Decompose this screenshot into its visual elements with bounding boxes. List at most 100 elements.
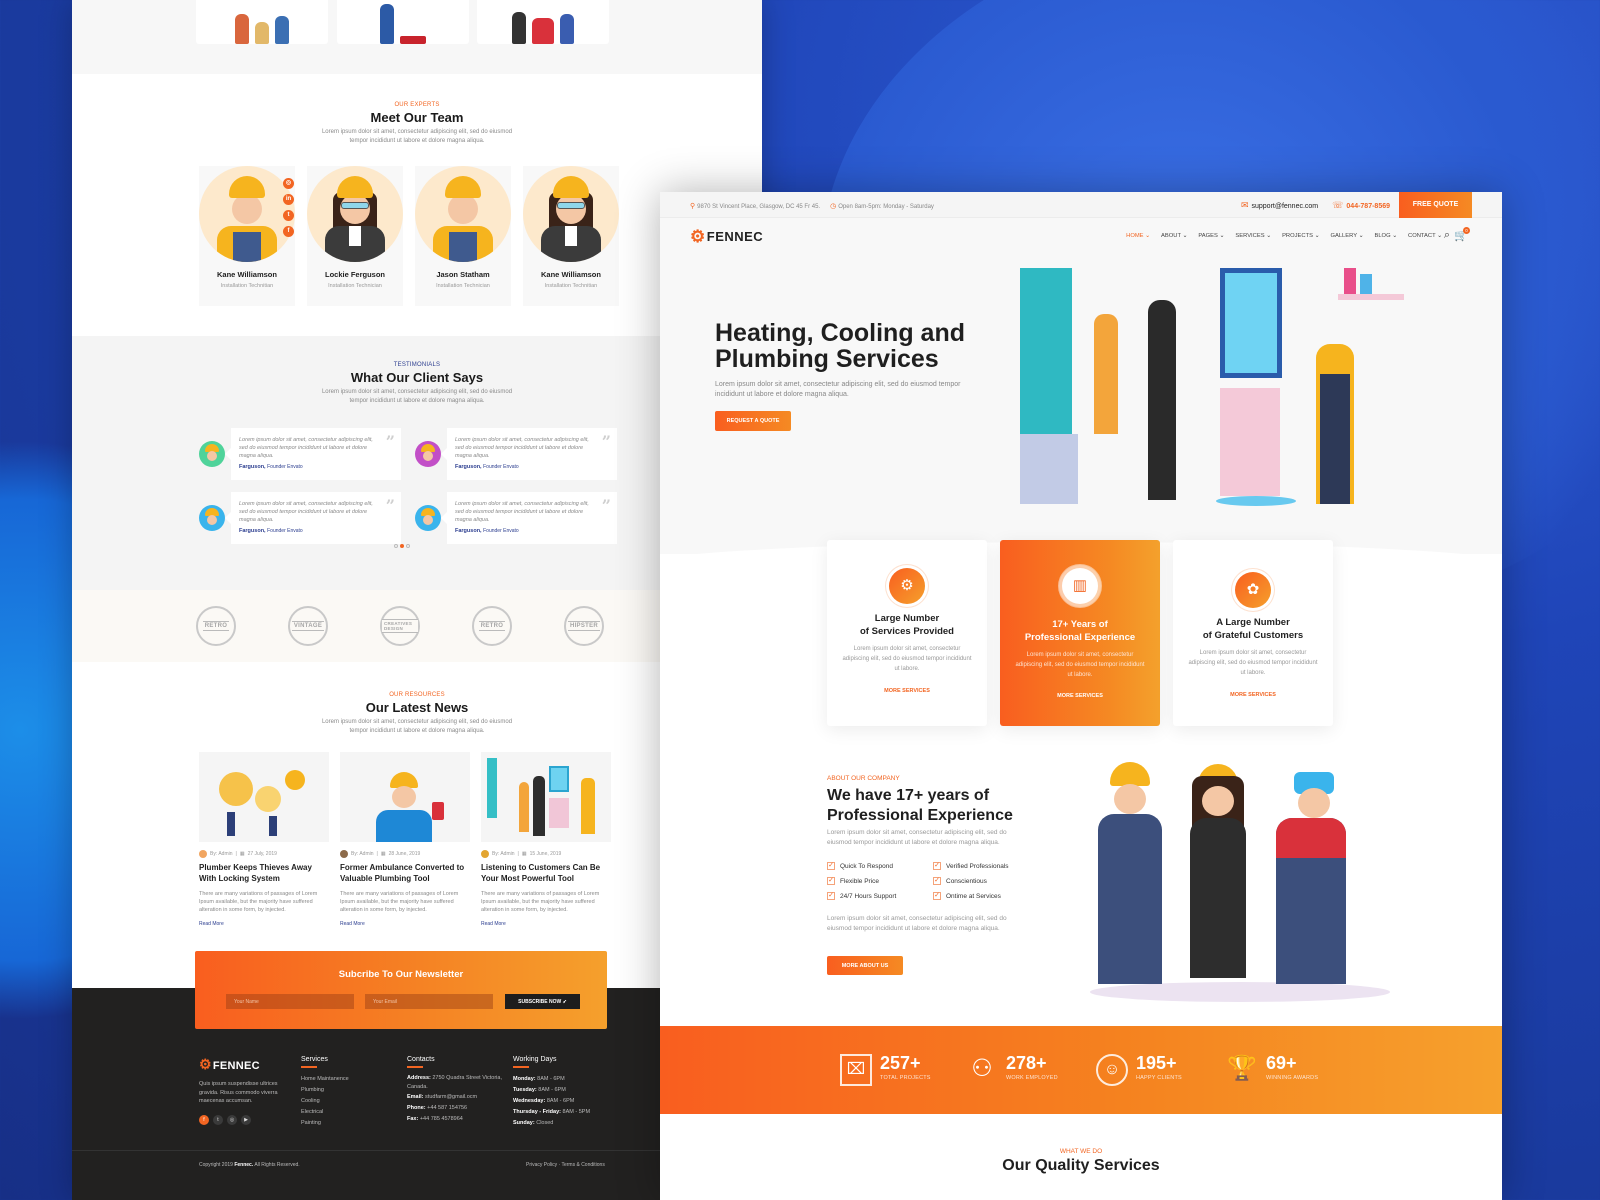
news-excerpt: There are many variations of passages of… (340, 891, 459, 913)
contact-email[interactable]: Email: studfarm@gmail.ocm (407, 1092, 502, 1103)
smiley-icon: ☺ (1096, 1054, 1128, 1086)
checkbox-icon: ✓ (827, 862, 835, 870)
linkedin-icon[interactable]: in (283, 194, 294, 205)
footer-contacts: Contacts Address: 2750 Quadra Street Vic… (407, 1056, 502, 1125)
newsletter-title: Subcribe To Our Newsletter (338, 969, 464, 980)
feature-card[interactable]: ✿ A Large Number of Grateful Customers Lo… (1173, 540, 1333, 726)
read-more-link[interactable]: Read More (340, 921, 470, 927)
gallery-card[interactable] (196, 0, 328, 44)
gear-icon: ⚙ (889, 568, 925, 604)
footer-services: Services Home Maintanence Plumbing Cooli… (301, 1056, 349, 1129)
checkbox-icon: ✓ (827, 877, 835, 885)
site-logo[interactable]: ⚙FENNEC (690, 227, 763, 247)
team-member-card[interactable]: Kane Williamson Installation Technitian (523, 166, 619, 306)
instagram-icon[interactable]: ◎ (227, 1115, 237, 1125)
checklist-item: ✓ Quick To Respond (827, 862, 893, 870)
news-title[interactable]: Plumber Keeps Thieves Away With Locking … (199, 863, 329, 884)
section-title: Our Quality Services (1002, 1157, 1160, 1174)
free-quote-button[interactable]: FREE QUOTE (1399, 192, 1472, 218)
carousel-dot-active[interactable] (400, 544, 404, 548)
footer-link[interactable]: Home Maintanence (301, 1074, 349, 1085)
name-input[interactable] (226, 994, 354, 1009)
feature-card[interactable]: ⚙ Large Number of Services Provided Lorem… (827, 540, 987, 726)
testimonial-item: Lorem ipsum dolor sit amet, consectetur … (415, 492, 625, 544)
nav-item-blog[interactable]: BLOG ⌄ (1374, 233, 1397, 239)
footer-divider (72, 1150, 762, 1151)
more-services-link[interactable]: MORE SERVICES (1173, 692, 1333, 698)
checklist-item: ✓ 24/7 Hours Support (827, 892, 897, 900)
more-services-link[interactable]: MORE SERVICES (1000, 693, 1160, 699)
carousel-dot[interactable] (394, 544, 398, 548)
member-social-links: ◎ in t f (283, 178, 294, 237)
nav-item-services[interactable]: SERVICES ⌄ (1235, 233, 1271, 239)
footer-logo[interactable]: ⚙FENNEC (199, 1056, 260, 1073)
facebook-icon[interactable]: f (283, 226, 294, 237)
subscribe-button[interactable]: SUBSCRIBE NOW ➶ (505, 994, 580, 1009)
member-avatar (199, 166, 295, 262)
testimonial-text: Lorem ipsum dolor sit amet, consectetur … (239, 501, 373, 523)
client-avatar (199, 505, 225, 531)
read-more-link[interactable]: Read More (481, 921, 611, 927)
member-name: Jason Statham (436, 270, 490, 279)
nav-item-contact[interactable]: CONTACT ⌄ (1408, 233, 1442, 239)
footer-link[interactable]: Electrical (301, 1107, 349, 1118)
brand-logo: RETRO (196, 606, 236, 646)
gallery-card[interactable] (477, 0, 609, 44)
news-card[interactable]: By: Admin | ▦ 15 June, 2019 Listening to Cu… (481, 752, 611, 927)
testimonial-author: Farguson, Founder Envato (455, 464, 519, 470)
news-title[interactable]: Listening to Customers Can Be Your Most … (481, 863, 611, 884)
news-card[interactable]: By: Admin | ▦ 28 June, 2019 Former Ambulanc… (340, 752, 470, 927)
footer-link[interactable]: Painting (301, 1118, 349, 1129)
section-description: Lorem ipsum dolor sit amet, consectetur … (321, 129, 513, 144)
carousel-dot[interactable] (406, 544, 410, 548)
read-more-link[interactable]: Read More (199, 921, 329, 927)
nav-item-about[interactable]: ABOUT ⌄ (1161, 233, 1187, 239)
newsletter-banner: Subcribe To Our Newsletter SUBSCRIBE NOW… (195, 951, 607, 1029)
legal-links[interactable]: Privacy Policy · Terms & Conditions (526, 1162, 605, 1168)
email-input[interactable] (365, 994, 493, 1009)
news-card[interactable]: By: Admin | ▦ 27 July, 2019 Plumber Keeps T… (199, 752, 329, 927)
news-image[interactable] (199, 752, 329, 842)
news-image[interactable] (481, 752, 611, 842)
search-icon[interactable]: ⌕ (1444, 229, 1450, 242)
team-member-card[interactable]: ◎ in t f Kane Williamson Installation Te… (199, 166, 295, 306)
clock-icon: ◷ (830, 203, 837, 210)
youtube-icon[interactable]: ▶ (241, 1115, 251, 1125)
footer-link[interactable]: Cooling (301, 1096, 349, 1107)
working-hours-row: Monday: 8AM - 6PM (513, 1075, 565, 1082)
footer-link[interactable]: Plumbing (301, 1085, 349, 1096)
twitter-icon[interactable]: t (213, 1115, 223, 1125)
more-about-button[interactable]: MORE ABOUT US (827, 956, 903, 975)
brand-logo: CREATIVES DESIGN (380, 606, 420, 646)
nav-item-home[interactable]: HOME ⌄ (1126, 233, 1150, 239)
news-meta: By: Admin | ▦ 27 July, 2019 (199, 850, 329, 858)
team-member-card[interactable]: Jason Statham Installation Technician (415, 166, 511, 306)
team-member-card[interactable]: Lockie Ferguson Installation Technician (307, 166, 403, 306)
member-avatar (415, 166, 511, 262)
twitter-icon[interactable]: t (283, 210, 294, 221)
main-menu: HOME ⌄ ABOUT ⌄ PAGES ⌄ SERVICES ⌄ PROJEC… (1126, 233, 1442, 239)
testimonial-item: Lorem ipsum dolor sit amet, consectetur … (199, 492, 409, 544)
member-role: Installation Technitian (220, 283, 274, 289)
support-email[interactable]: ✉ support@fennec.com (1241, 200, 1318, 211)
request-quote-button[interactable]: REQUEST A QUOTE (715, 411, 791, 431)
instagram-icon[interactable]: ◎ (283, 178, 294, 189)
feature-card-highlighted[interactable]: ▥ 17+ Years of Professional Experience Lo… (1000, 540, 1160, 726)
support-phone[interactable]: ☏ 044-787-8569 (1332, 200, 1390, 211)
nav-item-projects[interactable]: PROJECTS ⌄ (1282, 233, 1319, 239)
news-image[interactable] (340, 752, 470, 842)
contact-phone[interactable]: Phone: +44 587 154756 (407, 1103, 502, 1114)
hours-info: ◷ Open 8am-5pm: Monday - Saturday (830, 203, 934, 210)
nav-item-gallery[interactable]: GALLERY ⌄ (1330, 233, 1363, 239)
top-info-bar: ⚲ 9870 St Vincent Place, Glasgow, DC 45 F… (660, 192, 1502, 218)
footer-social-links: f t ◎ ▶ (199, 1115, 251, 1125)
gallery-card[interactable] (337, 0, 469, 44)
section-description: Lorem ipsum dolor sit amet, consectetur … (321, 389, 513, 404)
facebook-icon[interactable]: f (199, 1115, 209, 1125)
news-title[interactable]: Former Ambulance Converted to Valuable P… (340, 863, 470, 884)
feature-title: Large Number of Services Provided (860, 613, 954, 637)
feature-title: 17+ Years of Professional Experience (1024, 619, 1136, 643)
nav-item-pages[interactable]: PAGES ⌄ (1198, 233, 1224, 239)
feature-description: Lorem ipsum dolor sit amet, consectetur … (842, 646, 972, 672)
more-services-link[interactable]: MORE SERVICES (827, 688, 987, 694)
